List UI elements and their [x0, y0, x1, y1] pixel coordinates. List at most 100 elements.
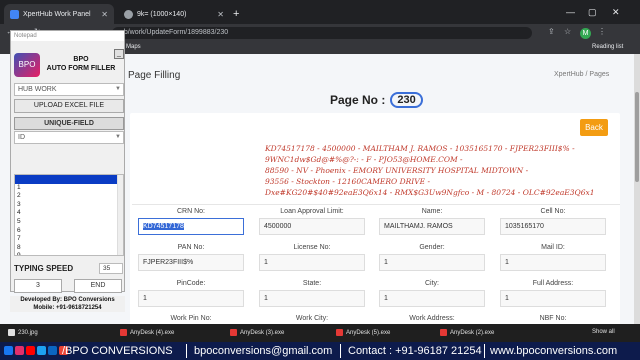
download-item[interactable]: 230.jpg: [8, 329, 38, 336]
captcha-text-block: KD74517178 - 4500000 - MAILTHAM J. RAMOS…: [265, 143, 595, 198]
list-scrollbar[interactable]: [117, 175, 123, 255]
typing-speed-stepper[interactable]: 35: [99, 263, 123, 274]
city-input[interactable]: 1: [379, 290, 485, 307]
menu-dots-icon[interactable]: ⋮: [598, 27, 606, 36]
anydesk-icon: [230, 329, 237, 336]
tab-image[interactable]: 9k= (1000×140) ✕: [118, 4, 230, 24]
list-item[interactable]: 8: [15, 244, 123, 253]
list-item[interactable]: 3: [15, 201, 123, 210]
window-close-icon[interactable]: ✕: [612, 7, 620, 18]
full-address-label: Full Address:: [532, 280, 574, 287]
share-icon[interactable]: ⇪: [548, 27, 555, 36]
anydesk-icon: [336, 329, 343, 336]
list-item[interactable]: 5: [15, 218, 123, 227]
captcha-line: Dxe#KG20#$40#92eaE3Q6x14 - RMX$G3Uw9Ngfc…: [265, 188, 595, 197]
list-item[interactable]: [15, 175, 123, 184]
list-item[interactable]: 7: [15, 235, 123, 244]
avatar[interactable]: M: [580, 28, 591, 39]
instagram-icon: [15, 346, 24, 355]
nbf-label: NBF No:: [539, 315, 567, 322]
reading-list-link[interactable]: Reading list: [592, 44, 623, 50]
pan-input[interactable]: FJPER23FIII$%: [138, 254, 244, 271]
work-pin-label: Work Pin No:: [170, 315, 212, 322]
branding-footer: /BPO CONVERSIONS bpoconversions@gmail.co…: [0, 342, 640, 360]
captcha-line: KD74517178 - 4500000 - MAILTHAM J. RAMOS…: [265, 144, 575, 153]
tab-title: 9k= (1000×140): [137, 10, 187, 18]
site-select[interactable]: HUB WORK ▼: [14, 83, 124, 96]
url-input[interactable]: ...b/work/UpdateForm/1899883/230: [112, 27, 532, 39]
full-address-input[interactable]: 1: [500, 290, 606, 307]
list-item[interactable]: 4: [15, 209, 123, 218]
gender-input[interactable]: 1: [379, 254, 485, 271]
bookmark-maps[interactable]: Maps: [126, 44, 141, 50]
chevron-down-icon: ▼: [115, 134, 121, 140]
maximize-icon[interactable]: ▢: [588, 7, 597, 18]
unique-field-header: UNIQUE-FIELD: [14, 117, 124, 130]
tab-title: XpertHub Work Panel: [23, 10, 91, 18]
list-item[interactable]: 6: [15, 227, 123, 236]
captcha-line: 88590 - NV - Phoenix - EMORY UNIVERSITY …: [265, 166, 529, 175]
download-name: 230.jpg: [18, 329, 38, 336]
list-item[interactable]: 2: [15, 192, 123, 201]
download-item[interactable]: AnyDesk (3).exe: [230, 329, 284, 336]
name-input[interactable]: MAILTHAMJ. RAMOS: [379, 218, 485, 235]
facebook-icon: [4, 346, 13, 355]
footer-website: www.bpoconversions.com: [490, 345, 618, 357]
site-favicon-icon: [10, 9, 19, 19]
divider: [340, 344, 341, 358]
minimize-icon[interactable]: —: [566, 7, 575, 17]
new-tab-plus-icon[interactable]: +: [233, 8, 239, 20]
file-icon: [8, 329, 15, 336]
minimize-button[interactable]: _: [114, 49, 124, 59]
footer-email: bpoconversions@gmail.com: [194, 345, 333, 357]
show-all-link[interactable]: Show all: [592, 329, 615, 335]
social-icons: [4, 346, 68, 355]
close-icon[interactable]: ✕: [217, 10, 224, 19]
auto-form-filler-window: Notepad BPO BPO AUTO FORM FILLER _ HUB W…: [10, 30, 125, 293]
globe-icon: [124, 9, 133, 19]
typing-speed-label: TYPING SPEED: [14, 264, 74, 273]
window-title: Notepad: [11, 31, 124, 41]
work-address-label: Work Address:: [409, 315, 455, 322]
page-number-display: Page No : 230: [330, 92, 423, 108]
loan-limit-input[interactable]: 4500000: [259, 218, 365, 235]
developer-line: Developed By: BPO Conversions: [20, 297, 115, 303]
pincode-label: PinCode:: [176, 280, 206, 287]
anydesk-icon: [440, 329, 447, 336]
unique-field-select[interactable]: ID ▼: [14, 131, 124, 144]
developer-credit: Developed By: BPO Conversions Mobile: +9…: [10, 296, 125, 312]
end-button[interactable]: END: [74, 279, 122, 293]
list-item[interactable]: 9: [15, 252, 123, 255]
state-input[interactable]: 1: [259, 290, 365, 307]
download-item[interactable]: AnyDesk (2).exe: [440, 329, 494, 336]
download-name: AnyDesk (4).exe: [130, 329, 175, 336]
close-icon[interactable]: ✕: [101, 10, 108, 19]
list-item[interactable]: 1: [15, 184, 123, 193]
twitter-icon: [37, 346, 46, 355]
cell-input[interactable]: 1035165170: [500, 218, 606, 235]
download-name: AnyDesk (5).exe: [346, 329, 391, 336]
browser-tab-strip: XpertHub Work Panel ✕ 9k= (1000×140) ✕ +…: [0, 0, 640, 24]
download-item[interactable]: AnyDesk (4).exe: [120, 329, 174, 336]
app-title: BPO AUTO FORM FILLER: [39, 55, 123, 73]
download-name: AnyDesk (3).exe: [240, 329, 285, 336]
license-input[interactable]: 1: [259, 254, 365, 271]
mail-label: Mail ID:: [541, 244, 565, 251]
count-field[interactable]: 3: [14, 279, 62, 293]
site-select-value: HUB WORK: [18, 86, 57, 93]
download-item[interactable]: AnyDesk (5).exe: [336, 329, 390, 336]
scrollbar-thumb[interactable]: [635, 92, 639, 182]
star-icon[interactable]: ☆: [564, 27, 571, 36]
tab-xperthub[interactable]: XpertHub Work Panel ✕: [4, 4, 114, 24]
divider: [132, 204, 620, 205]
record-list[interactable]: 1 2 3 4 5 6 7 8 9: [14, 174, 124, 256]
city-label: City:: [425, 280, 439, 287]
crn-input[interactable]: KD74517178: [138, 218, 244, 235]
back-button[interactable]: Back: [580, 119, 608, 136]
mobile-line: Mobile: +91-9618721254: [33, 305, 102, 311]
bpo-logo: BPO: [14, 53, 40, 77]
mail-input[interactable]: 1: [500, 254, 606, 271]
pincode-input[interactable]: 1: [138, 290, 244, 307]
license-label: License No:: [293, 244, 331, 251]
upload-excel-button[interactable]: UPLOAD EXCEL FILE: [14, 99, 124, 113]
